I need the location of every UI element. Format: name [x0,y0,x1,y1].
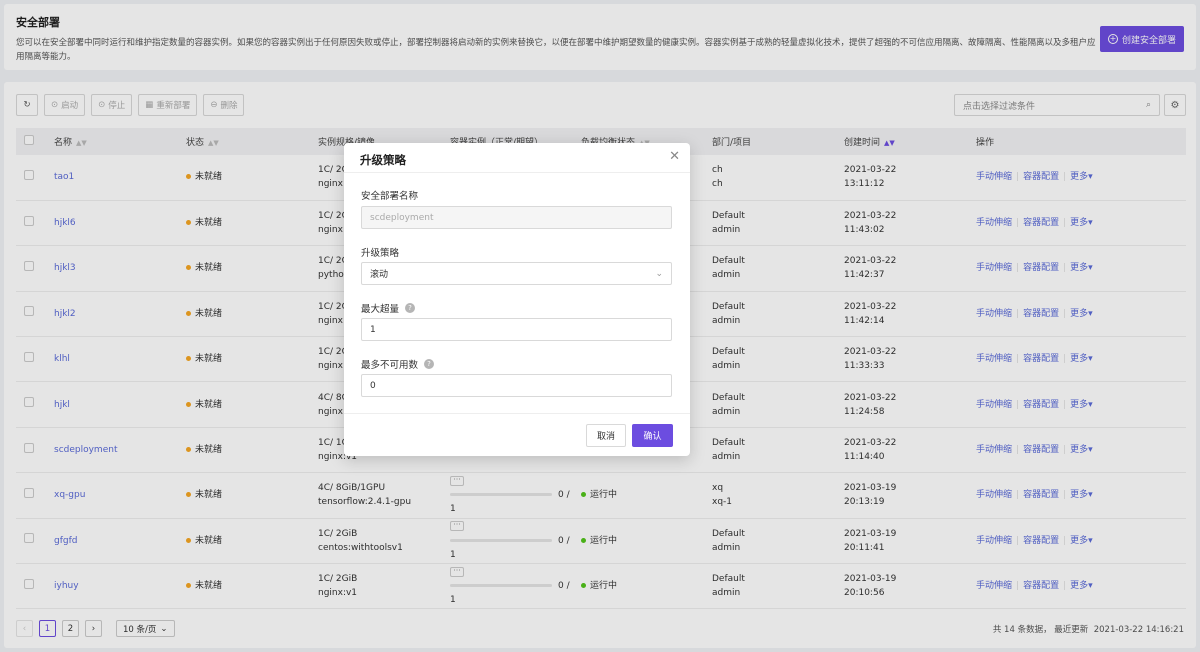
upgrade-strategy-dialog: 升级策略 ✕ 安全部署名称 scdeployment 升级策略 滚动 ⌄ 最大超量… [344,143,690,456]
close-button[interactable]: ✕ [669,149,680,164]
divider [344,172,690,173]
strategy-label: 升级策略 [361,248,400,259]
deployment-name-field: scdeployment [361,206,672,229]
max-surge-label: 最大超量? [361,301,416,315]
max-surge-input[interactable]: 1 [361,318,672,341]
chevron-down-icon: ⌄ [655,268,663,279]
max-unavailable-label-text: 最多不可用数 [361,360,419,371]
help-icon[interactable]: ? [424,359,435,369]
max-unavailable-label: 最多不可用数? [361,357,435,371]
close-icon: ✕ [669,149,680,164]
max-surge-value: 1 [370,324,376,335]
deployment-name-value: scdeployment [370,212,434,223]
strategy-select[interactable]: 滚动 ⌄ [361,262,672,285]
help-icon[interactable]: ? [405,303,416,313]
name-label: 安全部署名称 [361,191,419,202]
divider [344,413,690,414]
dialog-title: 升级策略 [360,153,406,167]
cancel-button[interactable]: 取消 [586,424,626,447]
strategy-value: 滚动 [370,270,389,280]
max-unavailable-value: 0 [370,380,376,391]
max-unavailable-input[interactable]: 0 [361,374,672,397]
max-surge-label-text: 最大超量 [361,304,400,315]
confirm-button[interactable]: 确认 [632,424,673,447]
